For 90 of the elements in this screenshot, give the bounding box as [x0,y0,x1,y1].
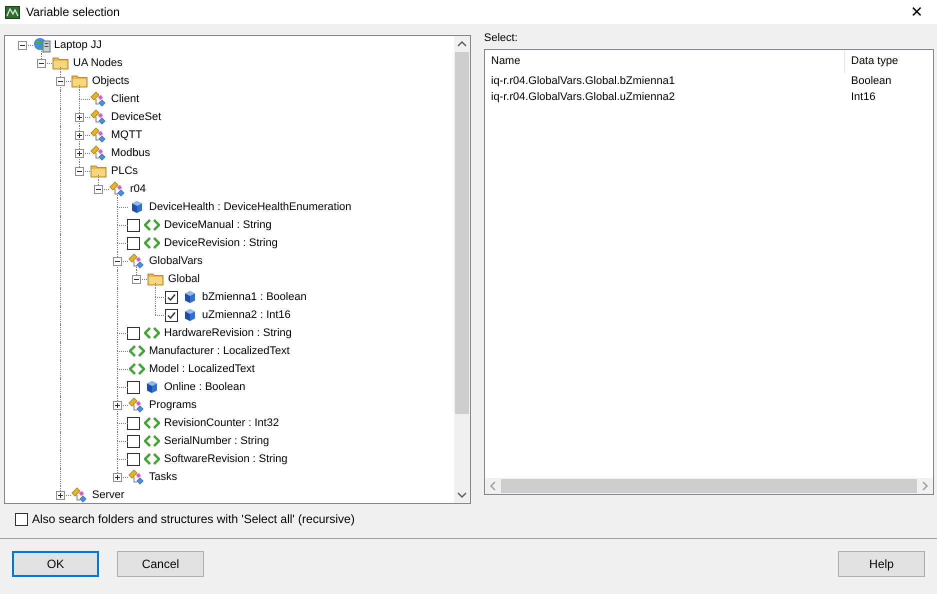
tree-item[interactable]: uZmienna2 : Int16 [202,306,291,324]
folder-icon [147,272,164,286]
tree-item[interactable]: bZmienna1 : Boolean [202,288,307,306]
tree-item[interactable]: Tasks [149,468,178,486]
cube-icon [146,380,158,394]
column-header[interactable]: Data type [845,52,898,70]
tree-checkbox[interactable] [127,236,140,250]
table-cell-text: Boolean [850,74,892,90]
computer-globe-icon [32,37,50,53]
table-cell-text: iq-r.r04.GlobalVars.Global.bZmienna1 [490,74,676,90]
close-button[interactable]: ✕ [902,4,932,20]
folder-icon [71,74,88,88]
tree-checkbox[interactable] [127,218,140,232]
folder-icon [90,164,107,178]
collapse-toggle[interactable] [113,257,122,266]
chevrons-icon [144,417,160,429]
object-icon [70,486,88,503]
help-button[interactable]: Help [838,551,925,577]
chevrons-icon [144,453,160,465]
tree-item[interactable]: Manufacturer : LocalizedText [149,342,290,360]
tree-item[interactable]: Laptop JJ [54,36,102,54]
folder-icon [52,56,69,70]
collapse-toggle[interactable] [94,185,103,194]
object-icon [128,252,146,270]
tree-item[interactable]: SoftwareRevision : String [164,450,288,468]
expand-toggle[interactable] [113,473,122,482]
chevrons-icon [144,435,160,447]
tree-item[interactable]: HardwareRevision : String [164,324,292,342]
expand-toggle[interactable] [75,113,84,122]
tree-item[interactable]: UA Nodes [73,54,123,72]
tree-item[interactable]: Model : LocalizedText [149,360,255,378]
tree-item[interactable]: Online : Boolean [164,378,246,396]
collapse-toggle[interactable] [75,167,84,176]
expand-toggle[interactable] [75,149,84,158]
tree-item[interactable]: Modbus [111,144,150,162]
tree-checkbox[interactable] [127,380,140,394]
table-cell-text: iq-r.r04.GlobalVars.Global.uZmienna2 [490,90,676,106]
tree-checkbox[interactable] [127,326,140,340]
select-label: Select: [484,31,519,46]
vertical-scrollbar[interactable] [454,36,470,503]
object-icon [128,468,146,486]
checkbox-label: Also search folders and structures with 'Select all' (recursive) [32,511,355,528]
object-icon [90,126,108,144]
tree-item[interactable]: Programs [149,396,197,414]
tree-checkbox[interactable] [127,452,140,466]
tree-checkbox[interactable] [165,308,178,322]
tree-item[interactable]: Objects [92,72,130,90]
expand-toggle[interactable] [113,401,122,410]
collapse-toggle[interactable] [37,59,46,68]
object-icon [90,144,108,162]
recursive-checkbox[interactable] [15,512,28,526]
ok-button[interactable]: OK [12,551,99,577]
expand-toggle[interactable] [56,491,65,500]
tree-item[interactable]: Client [111,90,140,108]
expand-toggle[interactable] [75,131,84,140]
collapse-toggle[interactable] [18,41,27,50]
tree-item[interactable]: GlobalVars [149,252,203,270]
chevrons-icon [144,219,160,231]
collapse-toggle[interactable] [56,77,65,86]
cube-icon [130,200,142,214]
tree-item[interactable]: DeviceSet [111,108,162,126]
tree-item[interactable]: r04 [130,180,146,198]
tree-item[interactable]: DeviceRevision : String [164,234,278,252]
tree-item[interactable]: DeviceManual : String [164,216,272,234]
tree-item[interactable]: SerialNumber : String [164,432,270,450]
tree-item[interactable]: RevisionCounter : Int32 [164,414,279,432]
object-icon [128,396,146,414]
column-header[interactable]: Name [485,50,845,72]
tree-item[interactable]: Server [92,486,124,503]
tree-item[interactable]: PLCs [111,162,138,180]
window-title: Variable selection [26,4,120,21]
collapse-toggle[interactable] [132,275,141,284]
chevrons-icon [144,237,160,249]
chevrons-icon [128,345,144,357]
object-icon [90,108,108,126]
tree-checkbox[interactable] [165,290,178,304]
tree-item[interactable]: Global [168,270,200,288]
tree-checkbox[interactable] [127,416,140,430]
object-icon [108,180,126,198]
tree-item[interactable]: MQTT [111,126,142,144]
tree-checkbox[interactable] [127,434,140,448]
cube-icon [184,290,196,304]
chevrons-icon [128,363,144,375]
table-cell-text: Int16 [850,90,876,106]
app-icon [5,6,20,18]
cancel-button[interactable]: Cancel [117,551,204,577]
cube-icon [184,308,196,322]
chevrons-icon [144,327,160,339]
tree-item[interactable]: DeviceHealth : DeviceHealthEnumeration [149,198,352,216]
object-icon [90,90,108,108]
